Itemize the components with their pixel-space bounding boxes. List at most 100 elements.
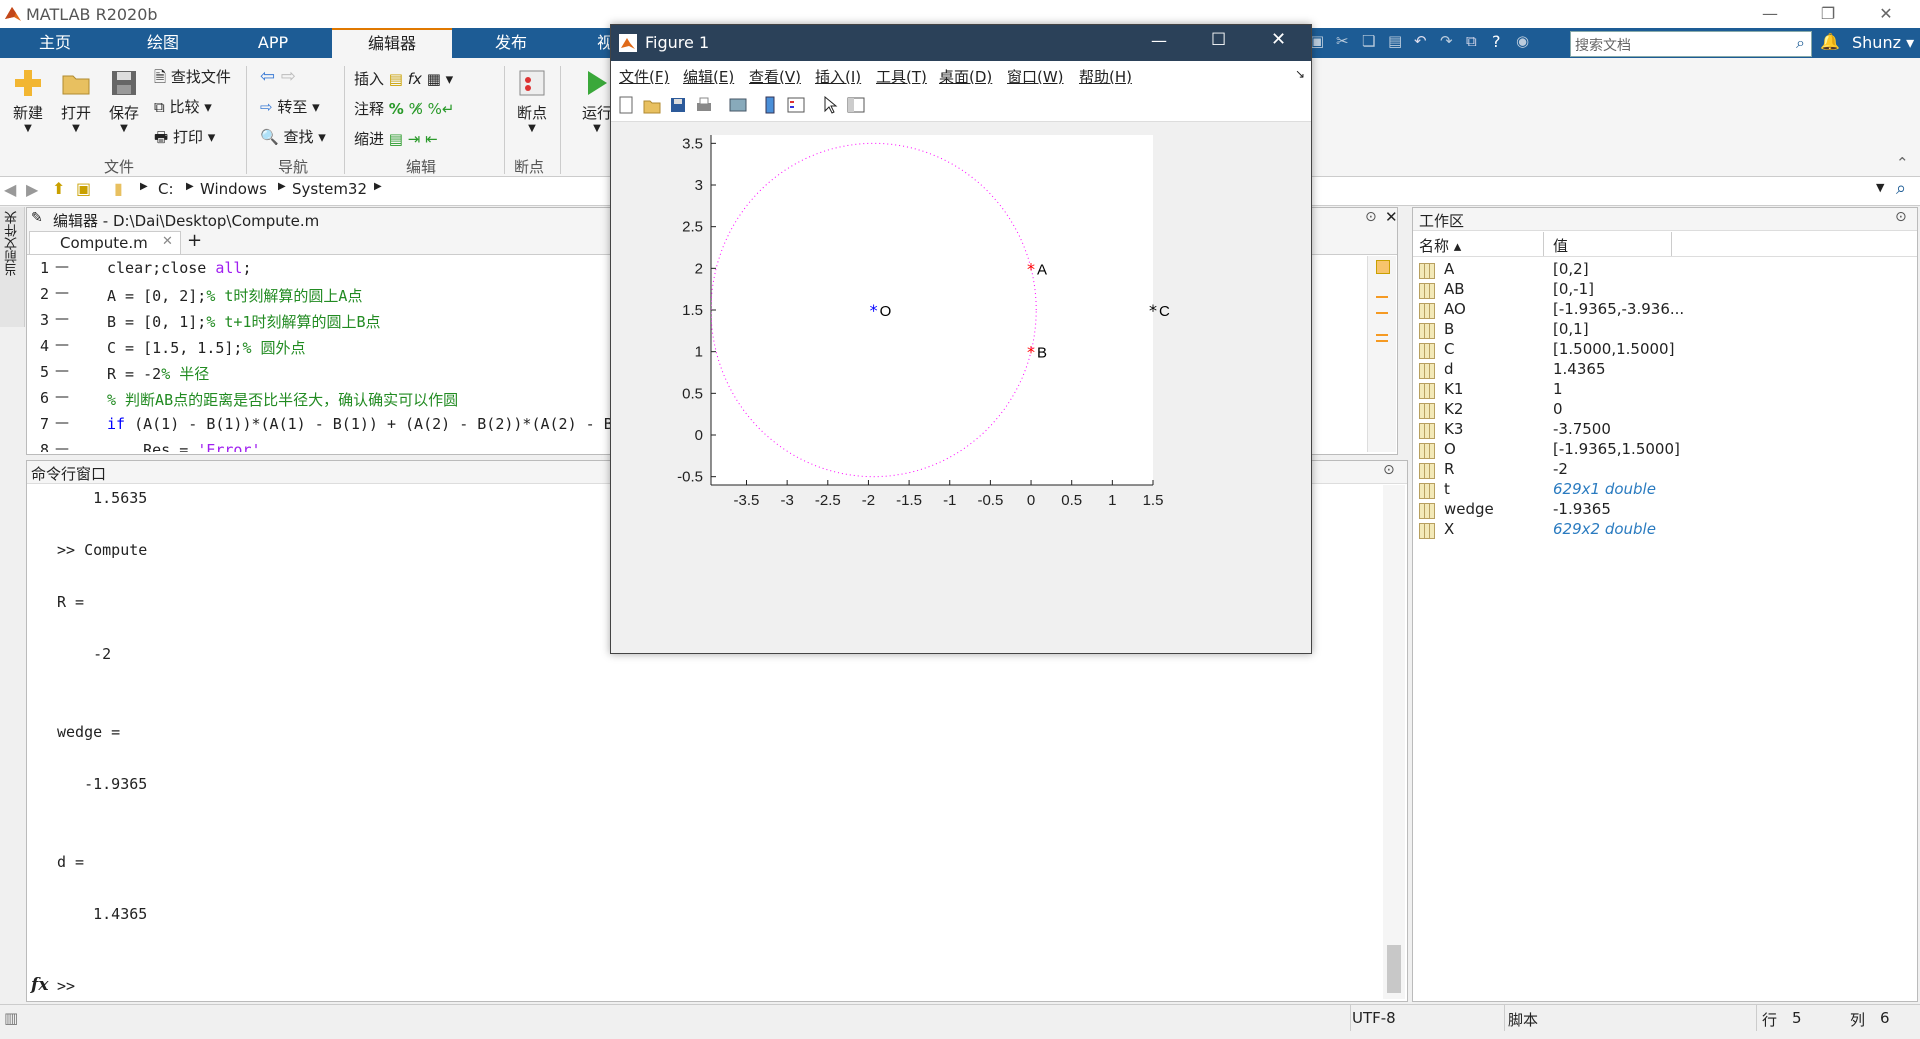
menu-insert[interactable]: 插入(I) — [815, 66, 861, 87]
value-column-header[interactable]: 值 — [1553, 235, 1568, 256]
fx-prompt-icon[interactable]: fx — [31, 975, 48, 995]
menu-file[interactable]: 文件(F) — [619, 66, 669, 87]
insert-colorbar-icon[interactable] — [761, 96, 779, 114]
breakpoint-gutter[interactable]: — — [55, 285, 69, 301]
uncomment-icon[interactable]: %̸ — [409, 100, 423, 118]
increase-indent-icon[interactable]: ⇥ — [408, 130, 421, 148]
print-figure-icon[interactable] — [695, 96, 713, 114]
figure-minimize-button[interactable]: — — [1151, 31, 1167, 50]
workspace-variable-row[interactable]: wedge -1.9365 — [1419, 500, 1909, 520]
path-drive[interactable]: C: — [158, 180, 174, 198]
editor-file-tab[interactable]: Compute.m ✕ — [29, 231, 181, 254]
tab-editor[interactable]: 编辑器 — [332, 28, 452, 58]
figure-plot-area[interactable]: -3.5 -3 -2.5 -2 -1.5 -1 -0.5 0 0.5 1 1.5 -0.5 0 0.5 1 1… — [617, 125, 1305, 645]
warning-marker[interactable] — [1376, 312, 1388, 314]
command-prompt[interactable]: >> — [57, 977, 75, 995]
workspace-variable-row[interactable]: B [0,1] — [1419, 320, 1909, 340]
copy-icon[interactable]: ❏ — [1362, 32, 1375, 50]
command-prompt-row[interactable]: fx >> — [27, 975, 1377, 999]
warning-marker[interactable] — [1376, 296, 1388, 298]
forward-arrow-icon[interactable]: ⇨ — [281, 66, 296, 87]
tab-close-icon[interactable]: ✕ — [162, 234, 173, 249]
forward-icon[interactable]: ▶ — [26, 180, 38, 199]
user-menu[interactable]: Shunz ▾ — [1852, 33, 1914, 52]
tab-publish[interactable]: 发布 — [466, 28, 556, 58]
warning-marker[interactable] — [1376, 334, 1388, 336]
workspace-variable-row[interactable]: C [1.5000,1.5000] — [1419, 340, 1909, 360]
undo-icon[interactable]: ↶ — [1414, 32, 1427, 50]
code-text[interactable]: clear;close all; — [107, 259, 252, 277]
code-text[interactable]: Res = 'Error' — [107, 441, 260, 452]
command-scrollbar[interactable] — [1383, 485, 1405, 999]
warning-marker[interactable] — [1376, 340, 1388, 342]
save-figure-icon[interactable] — [669, 96, 687, 114]
minimize-button[interactable]: — — [1744, 0, 1796, 28]
new-figure-icon[interactable] — [617, 96, 635, 114]
workspace-variable-row[interactable]: X 629x2 double — [1419, 520, 1909, 540]
code-text[interactable]: C = [1.5, 1.5];% 圆外点 — [107, 337, 306, 358]
search-icon[interactable]: ⌕ — [1796, 33, 1805, 53]
insert-button[interactable]: 插入 ▤ fx ▦ ▾ — [354, 68, 453, 89]
command-window-menu-icon[interactable]: ⊙ — [1383, 462, 1395, 478]
workspace-variable-row[interactable]: AO [-1.9365,-3.936... — [1419, 300, 1909, 320]
workspace-variable-row[interactable]: O [-1.9365,1.5000] — [1419, 440, 1909, 460]
compare-button[interactable]: ⧉ 比较 ▾ — [154, 96, 212, 117]
code-text[interactable]: A = [0, 2];% t时刻解算的圆上A点 — [107, 285, 362, 306]
command-scroll-thumb[interactable] — [1387, 945, 1401, 993]
menu-edit[interactable]: 编辑(E) — [683, 66, 734, 87]
wrap-comment-icon[interactable]: %↵ — [428, 100, 455, 118]
breakpoints-button[interactable]: 断点 ▼ — [512, 68, 552, 134]
workspace-variable-row[interactable]: AB [0,-1] — [1419, 280, 1909, 300]
breakpoint-gutter[interactable]: — — [55, 389, 69, 405]
name-column-header[interactable]: 名称 ▴ — [1419, 235, 1461, 256]
indent-button[interactable]: 缩进 ▤ ⇥ ⇤ — [354, 128, 438, 149]
workspace-variable-row[interactable]: K2 0 — [1419, 400, 1909, 420]
redo-icon[interactable]: ↷ — [1440, 32, 1453, 50]
workspace-variable-row[interactable]: K1 1 — [1419, 380, 1909, 400]
scatter-plot[interactable]: -3.5 -3 -2.5 -2 -1.5 -1 -0.5 0 0.5 1 1.5 -0.5 0 0.5 1 1… — [617, 125, 1305, 645]
dock-arrow-icon[interactable]: ↘ — [1295, 67, 1305, 81]
menu-window[interactable]: 窗口(W) — [1007, 66, 1064, 87]
path-system32[interactable]: System32 — [292, 180, 367, 198]
workspace-menu-icon[interactable]: ⊙ — [1895, 209, 1907, 225]
workspace-variable-row[interactable]: K3 -3.7500 — [1419, 420, 1909, 440]
menu-desktop[interactable]: 桌面(D) — [939, 66, 992, 87]
breakpoint-gutter[interactable]: — — [55, 415, 69, 431]
insert-legend-icon[interactable] — [787, 96, 805, 114]
breakpoint-gutter[interactable]: — — [55, 363, 69, 379]
new-tab-plus-icon[interactable]: + — [187, 230, 202, 251]
new-button[interactable]: 新建 ▼ — [8, 68, 48, 134]
paste-icon[interactable]: ▤ — [1388, 32, 1402, 50]
tab-apps[interactable]: APP — [228, 28, 318, 58]
link-plot-icon[interactable] — [729, 96, 747, 114]
search-input[interactable]: 搜索文档 — [1575, 35, 1631, 55]
editor-scrollbar[interactable] — [1367, 256, 1396, 452]
figure-maximize-button[interactable]: ☐ — [1211, 30, 1226, 50]
current-folder-collapsed-tab[interactable]: 当前文件夹 — [0, 207, 25, 327]
editor-menu-icon[interactable]: ⊙ — [1365, 209, 1377, 225]
find-files-button[interactable]: 🗎 查找文件 — [154, 66, 231, 92]
code-text[interactable]: % 判断AB点的距离是否比半径大，确认确实可以作圆 — [107, 389, 458, 410]
search-box[interactable]: 搜索文档 ⌕ — [1570, 31, 1812, 57]
figure-close-button[interactable]: ✕ — [1271, 29, 1286, 50]
code-text[interactable]: R = -2% 半径 — [107, 363, 209, 384]
back-arrow-icon[interactable]: ⇦ — [260, 66, 275, 87]
menu-view[interactable]: 查看(V) — [749, 66, 801, 87]
help-icon[interactable]: ? — [1492, 32, 1501, 51]
workspace-variable-row[interactable]: t 629x1 double — [1419, 480, 1909, 500]
breakpoint-gutter[interactable]: — — [55, 441, 69, 452]
figure-title-bar[interactable]: Figure 1 — ☐ ✕ — [611, 25, 1311, 61]
run-button[interactable]: 运行 ▼ — [582, 68, 612, 134]
tab-plots[interactable]: 绘图 — [118, 28, 208, 58]
find-button[interactable]: 🔍 查找 ▾ — [260, 126, 326, 147]
code-text[interactable]: B = [0, 1];% t+1时刻解算的圆上B点 — [107, 311, 381, 332]
comment-button[interactable]: 注释 % %̸ %↵ — [354, 98, 454, 119]
browse-folder-icon[interactable]: ▣ — [76, 179, 91, 198]
path-search-icon[interactable]: ⌕ — [1896, 178, 1906, 199]
code-text[interactable]: if (A(1) - B(1))*(A(1) - B(1)) + (A(2) -… — [107, 415, 613, 433]
save-button[interactable]: 保存 ▼ — [104, 68, 144, 134]
editor-close-icon[interactable]: ✕ — [1385, 208, 1398, 226]
cut-icon[interactable]: ✂ — [1336, 32, 1349, 50]
smart-indent-icon[interactable]: ▤ — [389, 130, 403, 148]
collapse-ribbon-icon[interactable]: ⌃ — [1896, 154, 1909, 172]
